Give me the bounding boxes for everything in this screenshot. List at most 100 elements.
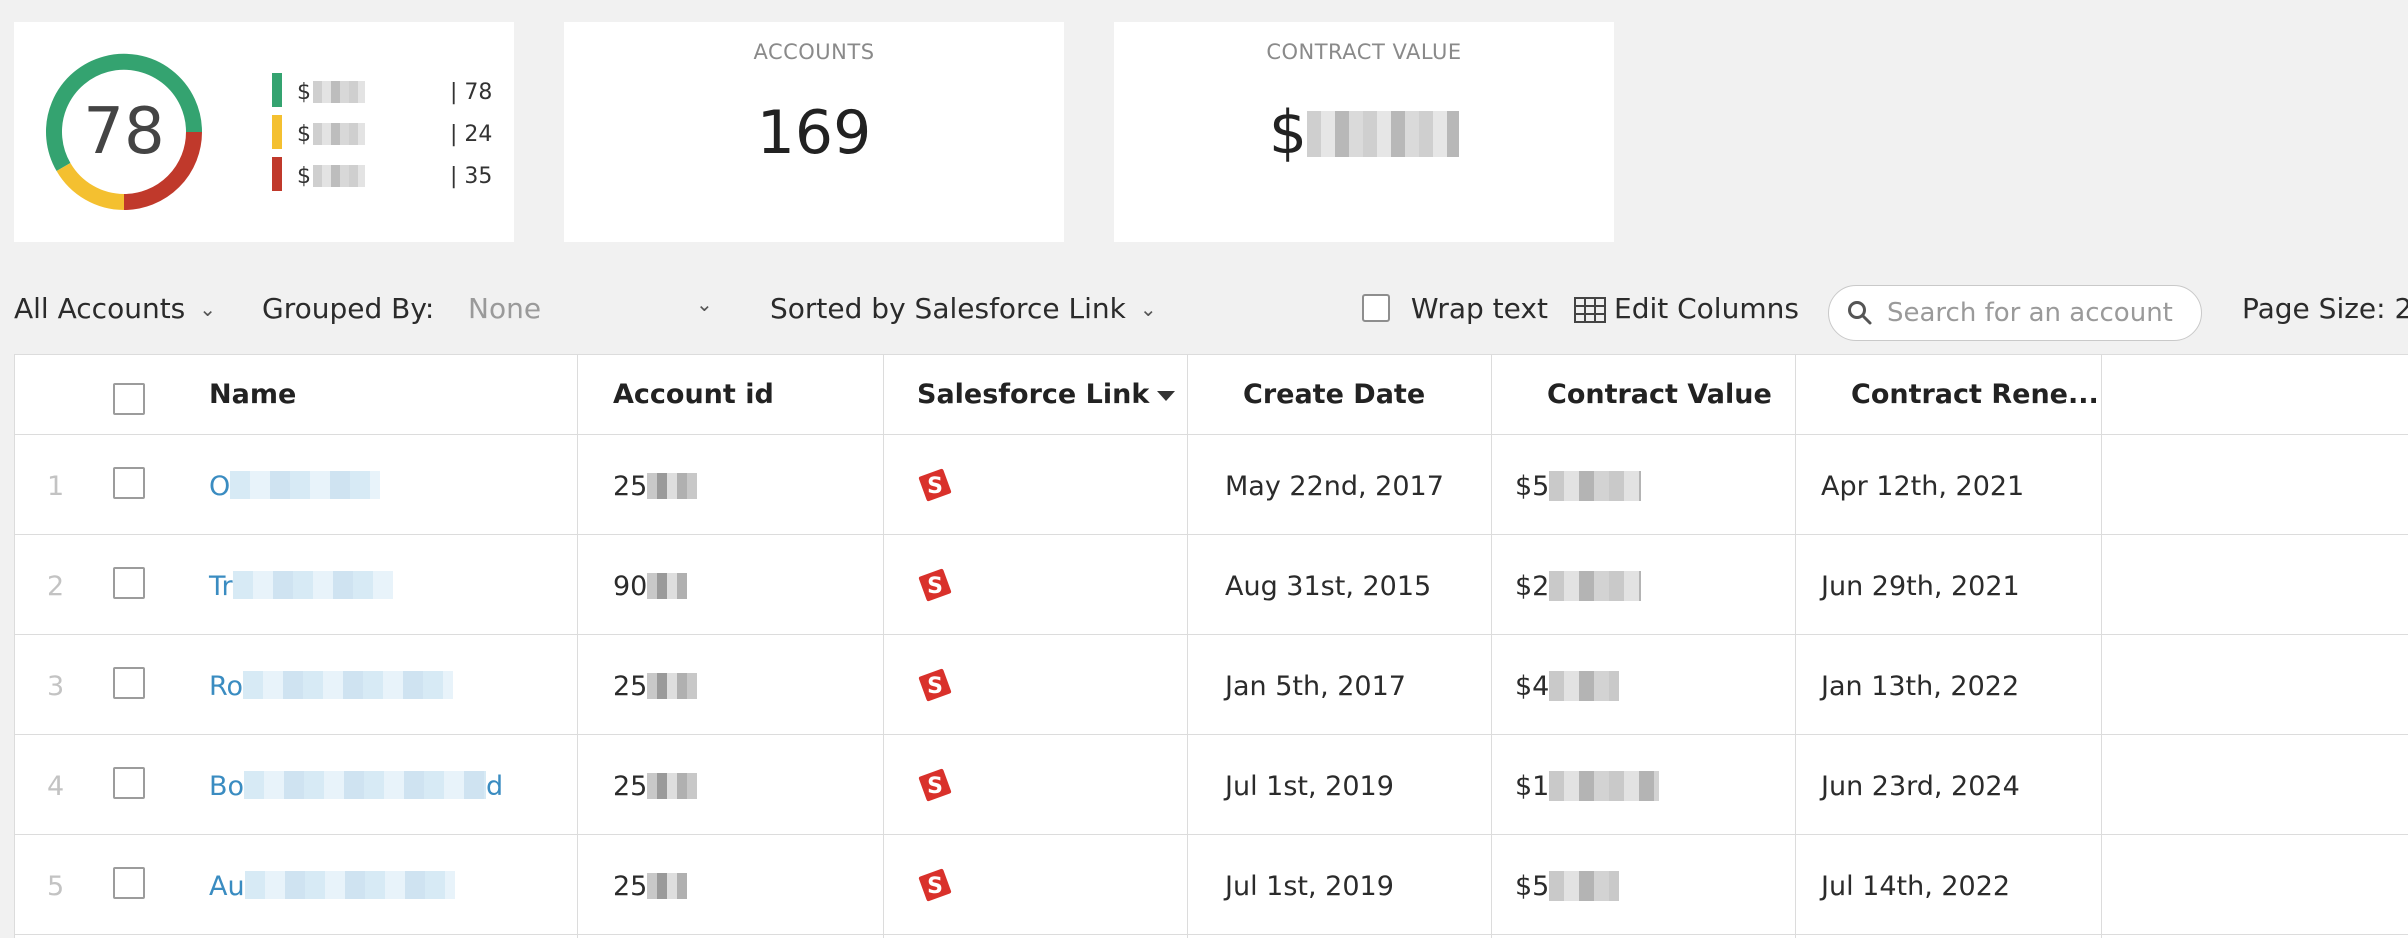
search-input[interactable] bbox=[1887, 296, 2187, 330]
health-score: 78 bbox=[83, 95, 165, 169]
column-header-salesforce-link[interactable]: Salesforce Link bbox=[917, 379, 1149, 410]
column-header-contract-value[interactable]: Contract Value bbox=[1547, 379, 1772, 410]
legend-item-yellow: $ | 24 bbox=[272, 114, 502, 156]
select-all-checkbox[interactable] bbox=[113, 383, 145, 415]
account-name-link[interactable]: Tr bbox=[209, 571, 393, 602]
wrap-text-toggle[interactable]: Wrap text bbox=[1362, 292, 1548, 325]
contract-renewal-date: Jun 23rd, 2024 bbox=[1821, 771, 2020, 802]
contract-renewal-date: Apr 12th, 2021 bbox=[1821, 471, 2025, 502]
contract-value-label: CONTRACT VALUE bbox=[1266, 40, 1462, 64]
search-icon bbox=[1848, 301, 1872, 325]
contract-renewal-date: Jul 14th, 2022 bbox=[1821, 871, 2011, 902]
create-date: Jul 1st, 2019 bbox=[1225, 871, 1394, 902]
account-name-prefix: Au bbox=[209, 871, 245, 902]
account-id: 25 bbox=[613, 671, 648, 702]
legend-amount: $ bbox=[297, 164, 311, 189]
redacted-id bbox=[647, 673, 698, 699]
row-checkbox[interactable] bbox=[113, 867, 145, 899]
row-number: 2 bbox=[47, 571, 65, 602]
legend-count: | 24 bbox=[450, 122, 493, 147]
edit-columns-button[interactable]: Edit Columns bbox=[1574, 292, 1799, 325]
sort-desc-icon[interactable] bbox=[1157, 391, 1175, 401]
wrap-text-checkbox[interactable] bbox=[1362, 294, 1390, 322]
contract-renewal-date: Jan 13th, 2022 bbox=[1821, 671, 2020, 702]
account-id: 25 bbox=[613, 771, 648, 802]
accounts-table: Name Account id Salesforce Link Create D… bbox=[14, 354, 2408, 938]
svg-text:S: S bbox=[927, 474, 943, 499]
contract-value: $5 bbox=[1515, 471, 1550, 502]
legend-yellow-bar bbox=[272, 115, 282, 149]
create-date: Jul 1st, 2019 bbox=[1225, 771, 1394, 802]
sort-selector-label: Sorted by Salesforce Link bbox=[770, 292, 1126, 325]
table-toolbar: All Accounts ⌄ Grouped By: None ⌄ Sorted … bbox=[0, 282, 2408, 342]
chevron-down-icon: ⌄ bbox=[199, 297, 217, 321]
create-date: May 22nd, 2017 bbox=[1225, 471, 1444, 502]
table-row[interactable]: 4 Bo d 25 S Jul 1st, 2019 $1 Jun 23rd, 20… bbox=[15, 735, 2408, 835]
contract-value: $4 bbox=[1515, 671, 1550, 702]
legend-green-bar bbox=[272, 73, 282, 107]
legend-amount: $ bbox=[297, 122, 311, 147]
view-selector-label: All Accounts bbox=[14, 292, 186, 325]
contract-value: $5 bbox=[1515, 871, 1550, 902]
create-date: Aug 31st, 2015 bbox=[1225, 571, 1432, 602]
redacted-id bbox=[647, 473, 698, 499]
table-row[interactable]: 2 Tr 90 S Aug 31st, 2015 $2 Jun 29th, 20… bbox=[15, 535, 2408, 635]
legend-amount: $ bbox=[297, 80, 311, 105]
salesforce-link-icon[interactable]: S bbox=[917, 867, 953, 903]
table-header: Name Account id Salesforce Link Create D… bbox=[15, 355, 2408, 435]
account-name-link[interactable]: Ro bbox=[209, 671, 454, 702]
salesforce-link-icon[interactable]: S bbox=[917, 667, 953, 703]
row-checkbox[interactable] bbox=[113, 667, 145, 699]
salesforce-link-icon[interactable]: S bbox=[917, 767, 953, 803]
legend-item-red: $ | 35 bbox=[272, 156, 502, 198]
redacted-name bbox=[232, 571, 393, 599]
account-name-link[interactable]: Au bbox=[209, 871, 455, 902]
sort-selector[interactable]: Sorted by Salesforce Link ⌄ bbox=[770, 292, 1157, 325]
health-legend: $ | 78 $ | 24 $ | 35 bbox=[272, 72, 502, 198]
table-row[interactable]: 3 Ro 25 S Jan 5th, 2017 $4 Jan 13th, 202… bbox=[15, 635, 2408, 735]
table-row[interactable]: 1 O 25 S May 22nd, 2017 $5 Apr 12th, 202… bbox=[15, 435, 2408, 535]
redacted-id bbox=[647, 773, 698, 799]
row-checkbox[interactable] bbox=[113, 467, 145, 499]
table-row[interactable]: 5 Au 25 S Jul 1st, 2019 $5 Jul 14th, 202… bbox=[15, 835, 2408, 935]
wrap-text-label: Wrap text bbox=[1410, 292, 1548, 325]
account-search[interactable] bbox=[1828, 285, 2202, 341]
chevron-down-icon: ⌄ bbox=[1139, 297, 1157, 321]
row-checkbox[interactable] bbox=[113, 567, 145, 599]
grouped-by-select[interactable]: None ⌄ bbox=[468, 292, 718, 325]
grouped-by-value: None bbox=[468, 292, 542, 325]
account-id: 90 bbox=[613, 571, 648, 602]
salesforce-link-icon[interactable]: S bbox=[917, 467, 953, 503]
column-header-account-id[interactable]: Account id bbox=[613, 379, 774, 410]
legend-item-green: $ | 78 bbox=[272, 72, 502, 114]
redacted-value bbox=[1549, 871, 1620, 901]
account-name-link[interactable]: O bbox=[209, 471, 381, 502]
legend-red-bar bbox=[272, 157, 282, 191]
grouped-by-label: Grouped By: bbox=[262, 292, 435, 325]
salesforce-link-icon[interactable]: S bbox=[917, 567, 953, 603]
view-selector[interactable]: All Accounts ⌄ bbox=[14, 292, 216, 325]
health-score-card: 78 $ | 78 $ | 24 $ | 35 bbox=[14, 22, 514, 242]
chevron-down-icon: ⌄ bbox=[696, 292, 713, 316]
account-name-prefix: O bbox=[209, 471, 231, 502]
redacted-name bbox=[243, 671, 454, 699]
page-size-selector[interactable]: Page Size: 20 bbox=[2242, 292, 2408, 325]
account-name-prefix: Bo bbox=[209, 771, 245, 802]
redacted-name bbox=[244, 771, 487, 799]
table-grid-icon bbox=[1574, 297, 1606, 323]
row-checkbox[interactable] bbox=[113, 767, 145, 799]
redacted-value bbox=[1549, 771, 1660, 801]
redacted-value bbox=[1307, 111, 1460, 157]
column-header-create-date[interactable]: Create Date bbox=[1243, 379, 1425, 410]
svg-text:S: S bbox=[927, 774, 943, 799]
svg-text:S: S bbox=[927, 574, 943, 599]
svg-text:S: S bbox=[927, 874, 943, 899]
account-name-link[interactable]: Bo d bbox=[209, 771, 503, 802]
column-header-contract-renewal[interactable]: Contract Rene... bbox=[1851, 379, 2099, 410]
redacted-name bbox=[244, 871, 455, 899]
redacted-id bbox=[647, 573, 688, 599]
legend-count: | 78 bbox=[450, 80, 493, 105]
row-number: 5 bbox=[47, 871, 65, 902]
contract-value-card: CONTRACT VALUE $ bbox=[1114, 22, 1614, 242]
column-header-name[interactable]: Name bbox=[209, 379, 296, 410]
